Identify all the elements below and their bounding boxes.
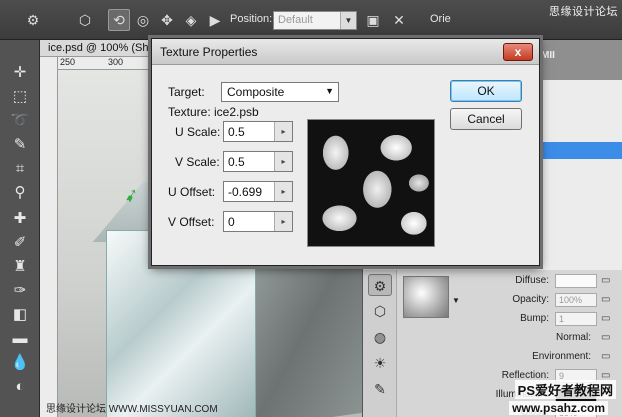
v-scale-value: 0.5 (228, 155, 245, 169)
property-label: Bump: (520, 313, 549, 324)
3d-rotate-icon[interactable]: ⬡ (74, 9, 96, 31)
3d-scene-icon[interactable]: ⚙ (368, 274, 392, 296)
diffuse-swatch[interactable] (555, 274, 597, 288)
vertical-ruler (40, 57, 58, 417)
position-label: Position: (230, 13, 273, 25)
folder-icon[interactable]: ▭ (601, 332, 610, 343)
v-scale-field[interactable]: 0.5 ▸ (223, 151, 293, 172)
watermark-url: www.psahz.com (509, 401, 608, 415)
folder-icon[interactable]: ▭ (601, 351, 610, 362)
texture-preview (307, 119, 435, 247)
healing-brush-tool-icon[interactable]: ✚ (8, 208, 32, 230)
spin-arrow-icon[interactable]: ▸ (274, 182, 292, 201)
3d-slide-icon[interactable]: ✥ (156, 9, 178, 31)
brush-tool-icon[interactable]: ✐ (8, 232, 32, 254)
move-tool-icon[interactable]: ✛ (8, 62, 32, 84)
close-button[interactable]: x (503, 43, 533, 61)
3d-tool-preset-icon[interactable]: ⚙ (22, 9, 44, 31)
chevron-down-icon: ▼ (325, 86, 334, 96)
3d-mesh-icon[interactable]: ⬡ (368, 300, 392, 322)
property-label: Environment: (532, 351, 591, 362)
property-label: Normal: (555, 332, 591, 343)
tools-panel: ✛ ⬚ ➰ ✎ ⌗ ⚲ ✚ ✐ ♜ ✑ ◧ ▬ 💧 ◐ (0, 40, 40, 417)
property-diffuse: Diffuse: ▭ (459, 274, 610, 290)
u-offset-label: U Offset: (168, 185, 216, 199)
property-opacity: Opacity: 100% ▭ (459, 293, 610, 309)
watermark-bottom-right: PS爱好者教程网 (514, 380, 616, 399)
gradient-tool-icon[interactable]: ▬ (8, 328, 32, 350)
marquee-tool-icon[interactable]: ⬚ (8, 86, 32, 108)
3d-light-icon[interactable]: ☀ (368, 352, 392, 374)
u-scale-value: 0.5 (228, 125, 245, 139)
folder-icon[interactable]: ▭ (601, 313, 610, 324)
property-bump: Bump: 1 ▭ (459, 312, 610, 328)
dialog-title-bar: Texture Properties x (152, 39, 539, 65)
u-offset-value: -0.699 (228, 185, 263, 199)
u-scale-label: U Scale: (175, 125, 221, 139)
bump-field[interactable]: 1 (555, 312, 597, 326)
blur-tool-icon[interactable]: 💧 (8, 352, 32, 374)
property-environment: Environment: ▭ (459, 350, 610, 366)
quick-select-tool-icon[interactable]: ✎ (8, 134, 32, 156)
u-offset-field[interactable]: -0.699 ▸ (223, 181, 293, 202)
chevron-down-icon: ▼ (340, 12, 356, 29)
clone-stamp-tool-icon[interactable]: ♜ (8, 256, 32, 278)
u-scale-field[interactable]: 0.5 ▸ (223, 121, 293, 142)
3d-pan-icon[interactable]: ◎ (132, 9, 154, 31)
3d-material-picker-icon[interactable]: ✎ (368, 378, 392, 400)
document-tab-title: ice.psd @ 100% (Sh (48, 42, 149, 54)
folder-icon[interactable]: ▭ (601, 275, 610, 286)
folder-icon[interactable]: ▭ (601, 294, 610, 305)
crop-tool-icon[interactable]: ⌗ (8, 158, 32, 180)
target-select[interactable]: Composite ▼ (221, 82, 339, 102)
history-brush-tool-icon[interactable]: ✑ (8, 280, 32, 302)
orientation-label: Orie (430, 13, 451, 25)
property-label: Opacity: (512, 294, 549, 305)
panel-tab-label[interactable]: MII (541, 50, 555, 61)
v-offset-value: 0 (228, 215, 235, 229)
options-bar: ⚙ ⬡ ⟲ ◎ ✥ ◈ ▶ Position: Default ▼ ▣ ✕ Or… (0, 0, 622, 40)
v-offset-field[interactable]: 0 ▸ (223, 211, 293, 232)
cancel-button[interactable]: Cancel (450, 108, 522, 130)
eyedropper-tool-icon[interactable]: ⚲ (8, 182, 32, 204)
spin-arrow-icon[interactable]: ▸ (274, 212, 292, 231)
watermark-bottom-left: 思缘设计论坛 WWW.MISSYUAN.COM (46, 404, 218, 415)
save-icon[interactable]: ▣ (362, 9, 384, 31)
position-select-value: Default (278, 14, 313, 26)
3d-filter-strip: ⚙ ⬡ ◍ ☀ ✎ (363, 270, 397, 417)
property-label: Diffuse: (515, 275, 549, 286)
ruler-mark: 300 (108, 57, 124, 67)
texture-name: Texture: ice2.psb (168, 105, 259, 119)
opacity-field[interactable]: 100% (555, 293, 597, 307)
spin-arrow-icon[interactable]: ▸ (274, 122, 292, 141)
target-label: Target: (168, 85, 205, 99)
dialog-title: Texture Properties (160, 45, 258, 59)
eraser-tool-icon[interactable]: ◧ (8, 304, 32, 326)
3d-material-icon[interactable]: ◍ (368, 326, 392, 348)
ruler-mark: 250 (60, 57, 76, 67)
delete-icon[interactable]: ✕ (388, 9, 410, 31)
property-normal: Normal: ▭ (459, 331, 610, 347)
3d-scale-icon[interactable]: ◈ (180, 9, 202, 31)
3d-roll-icon[interactable]: ⟲ (108, 9, 130, 31)
material-thumbnail[interactable] (403, 276, 449, 318)
position-select[interactable]: Default ▼ (273, 11, 357, 30)
watermark-top: 思缘设计论坛 (549, 6, 618, 18)
3d-camera-icon[interactable]: ▶ (204, 9, 226, 31)
dodge-tool-icon[interactable]: ◐ (8, 376, 32, 398)
target-select-value: Composite (227, 85, 285, 99)
v-scale-label: V Scale: (175, 155, 220, 169)
spin-arrow-icon[interactable]: ▸ (274, 152, 292, 171)
lasso-tool-icon[interactable]: ➰ (8, 110, 32, 132)
ok-button[interactable]: OK (450, 80, 522, 102)
v-offset-label: V Offset: (168, 215, 215, 229)
texture-properties-dialog: Texture Properties x Target: Composite ▼… (151, 38, 540, 266)
